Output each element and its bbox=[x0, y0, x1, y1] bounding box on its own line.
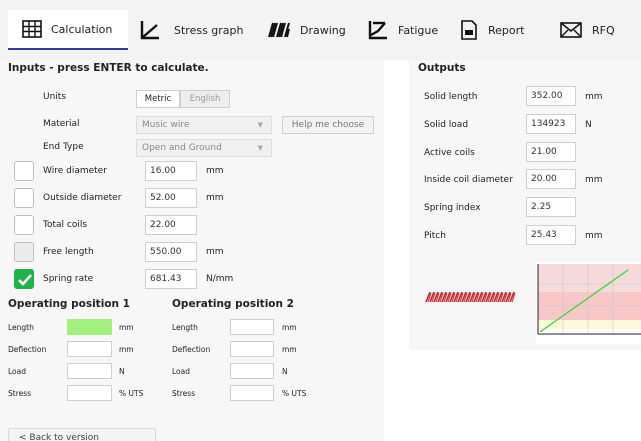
inputs-title: Inputs - press ENTER to calculate. bbox=[8, 62, 209, 74]
units-label: Units bbox=[43, 92, 67, 102]
pitch-value: 25.43 bbox=[526, 225, 576, 245]
wire-diameter-unit: mm bbox=[206, 166, 224, 176]
solid-load-value: 134923 bbox=[526, 114, 576, 134]
solid-load-unit: N bbox=[585, 120, 592, 130]
tab-rfq[interactable]: RFQ bbox=[560, 10, 630, 50]
tab-label: Fatigue bbox=[398, 23, 439, 37]
op1-load-label: Load bbox=[8, 367, 26, 376]
solid-length-label: Solid length bbox=[424, 92, 478, 102]
tab-label: Report bbox=[488, 23, 525, 37]
wire-diameter-label: Wire diameter bbox=[43, 166, 107, 176]
total-coils-checkbox[interactable] bbox=[14, 215, 34, 235]
inside-coil-diameter-label: Inside coil diameter bbox=[424, 175, 513, 185]
envelope-icon bbox=[560, 22, 582, 38]
tab-label: Drawing bbox=[300, 23, 346, 37]
outside-diameter-label: Outside diameter bbox=[43, 193, 122, 203]
tab-fatigue[interactable]: Fatigue bbox=[368, 10, 448, 50]
op1-length-unit: mm bbox=[119, 323, 134, 332]
outside-diameter-unit: mm bbox=[206, 193, 224, 203]
operating-position-1-title: Operating position 1 bbox=[8, 298, 130, 310]
spring-rate-checkbox[interactable] bbox=[14, 269, 34, 289]
op1-stress-label: Stress bbox=[8, 389, 32, 398]
pitch-label: Pitch bbox=[424, 231, 446, 241]
back-to-version-button[interactable]: < Back to version bbox=[8, 428, 156, 441]
op2-length-field[interactable] bbox=[230, 319, 274, 335]
spring-rate-field[interactable]: 681.43 bbox=[145, 269, 197, 289]
op2-length-unit: mm bbox=[282, 323, 297, 332]
op2-length-label: Length bbox=[172, 323, 198, 332]
tab-report[interactable]: Report bbox=[460, 10, 540, 50]
material-select[interactable]: Music wire ▼ bbox=[136, 116, 272, 134]
graph-icon bbox=[140, 20, 160, 40]
help-me-choose-button[interactable]: Help me choose bbox=[282, 116, 374, 134]
spring-rate-label: Spring rate bbox=[43, 274, 94, 284]
spring-rate-unit: N/mm bbox=[206, 274, 234, 284]
pitch-unit: mm bbox=[585, 231, 603, 241]
total-coils-field[interactable]: 22.00 bbox=[145, 215, 197, 235]
inside-coil-diameter-unit: mm bbox=[585, 175, 603, 185]
solid-length-value: 352.00 bbox=[526, 86, 576, 106]
op2-deflection-unit: mm bbox=[282, 345, 297, 354]
spring-index-value: 2.25 bbox=[526, 197, 576, 217]
total-coils-label: Total coils bbox=[43, 220, 88, 230]
op1-deflection-label: Deflection bbox=[8, 345, 47, 354]
material-value: Music wire bbox=[142, 120, 190, 130]
wire-diameter-checkbox[interactable] bbox=[14, 161, 34, 181]
inside-coil-diameter-value: 20.00 bbox=[526, 169, 576, 189]
free-length-field[interactable]: 550.00 bbox=[145, 242, 197, 262]
tab-label: Stress graph bbox=[174, 23, 244, 37]
tab-bar: Calculation Stress graph Drawing Fatigue… bbox=[0, 0, 641, 60]
active-coils-label: Active coils bbox=[424, 148, 475, 158]
units-english-toggle[interactable]: English bbox=[180, 90, 230, 108]
op2-load-field[interactable] bbox=[230, 363, 274, 379]
end-type-select[interactable]: Open and Ground ▼ bbox=[136, 139, 272, 157]
op1-stress-field[interactable] bbox=[67, 385, 112, 401]
tab-drawing[interactable]: Drawing bbox=[268, 10, 358, 50]
fatigue-icon bbox=[368, 20, 388, 40]
op1-length-label: Length bbox=[8, 323, 34, 332]
end-type-value: Open and Ground bbox=[142, 143, 222, 153]
tab-stress-graph[interactable]: Stress graph bbox=[140, 10, 250, 50]
op2-load-label: Load bbox=[172, 367, 190, 376]
op1-stress-unit: % UTS bbox=[119, 389, 144, 398]
tab-label: RFQ bbox=[592, 23, 615, 37]
chevron-down-icon: ▼ bbox=[257, 121, 263, 129]
op2-load-unit: N bbox=[282, 367, 288, 376]
solid-load-label: Solid load bbox=[424, 120, 469, 130]
outside-diameter-field[interactable]: 52.00 bbox=[145, 188, 197, 208]
chevron-down-icon: ▼ bbox=[257, 144, 263, 152]
wire-diameter-field[interactable]: 16.00 bbox=[145, 161, 197, 181]
outside-diameter-checkbox[interactable] bbox=[14, 188, 34, 208]
outputs-title: Outputs bbox=[418, 62, 466, 74]
free-length-unit: mm bbox=[206, 247, 224, 257]
solid-length-unit: mm bbox=[585, 92, 603, 102]
op1-deflection-unit: mm bbox=[119, 345, 134, 354]
active-coils-value: 21.00 bbox=[526, 142, 576, 162]
tab-calculation[interactable]: Calculation bbox=[8, 10, 128, 50]
spring-coil-icon bbox=[268, 21, 290, 39]
tab-label: Calculation bbox=[51, 22, 113, 36]
report-icon bbox=[460, 20, 478, 40]
op1-length-field[interactable] bbox=[67, 319, 112, 335]
end-type-label: End Type bbox=[43, 142, 84, 152]
op2-stress-field[interactable] bbox=[230, 385, 274, 401]
free-length-label: Free length bbox=[43, 247, 94, 257]
units-metric-toggle[interactable]: Metric bbox=[136, 90, 180, 108]
op2-deflection-field[interactable] bbox=[230, 341, 274, 357]
op2-deflection-label: Deflection bbox=[172, 345, 211, 354]
operating-position-2-title: Operating position 2 bbox=[172, 298, 294, 310]
grid-icon bbox=[22, 20, 42, 38]
op1-load-field[interactable] bbox=[67, 363, 112, 379]
material-label: Material bbox=[43, 119, 80, 129]
spring-index-label: Spring index bbox=[424, 203, 481, 213]
spring-preview bbox=[425, 291, 516, 303]
op1-deflection-field[interactable] bbox=[67, 341, 112, 357]
force-deflection-graph bbox=[536, 262, 641, 344]
op1-load-unit: N bbox=[119, 367, 125, 376]
op2-stress-unit: % UTS bbox=[282, 389, 307, 398]
check-icon bbox=[18, 274, 32, 286]
free-length-checkbox[interactable] bbox=[14, 242, 34, 262]
op2-stress-label: Stress bbox=[172, 389, 196, 398]
